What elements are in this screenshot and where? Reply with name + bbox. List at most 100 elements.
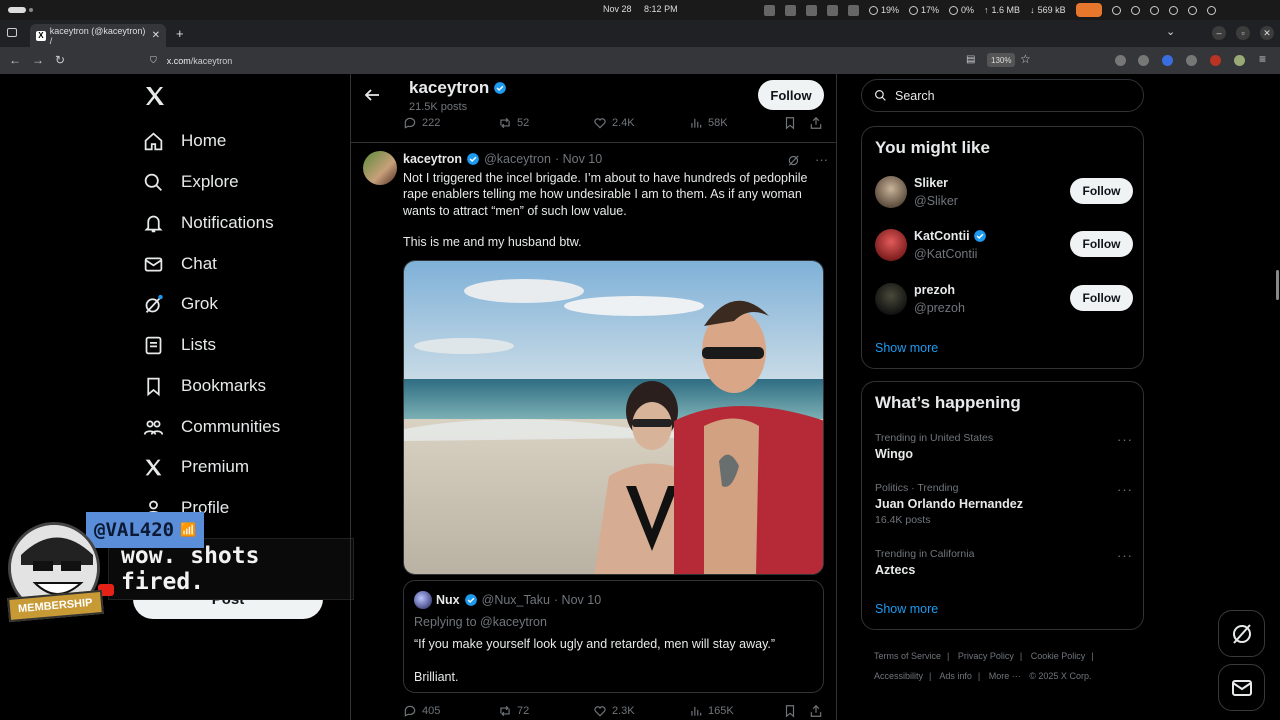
grok-float-button[interactable] [1218, 610, 1265, 657]
quoted-tweet[interactable]: Nux @Nux_Taku · Nov 10 Replying to @kace… [403, 580, 824, 693]
more-options-icon[interactable]: ··· [815, 152, 828, 167]
tweet-photo[interactable] [403, 260, 824, 575]
tweet-author-name[interactable]: kaceytron [403, 152, 462, 166]
maximize-button[interactable]: ▫ [1236, 26, 1250, 40]
close-window-button[interactable]: ✕ [1260, 26, 1274, 40]
reply-button[interactable]: 405 [403, 704, 440, 718]
new-tab-button[interactable]: + [176, 26, 184, 41]
nav-lists[interactable]: Lists [143, 330, 216, 360]
repost-button[interactable]: 72 [498, 704, 529, 718]
tweet-date[interactable]: · Nov 10 [555, 152, 602, 166]
more-link[interactable]: More ··· [989, 671, 1021, 681]
tray-app-icon[interactable] [764, 4, 775, 16]
extension-icon[interactable] [1115, 55, 1126, 66]
tray-app-icon[interactable] [848, 4, 859, 16]
like-button[interactable]: 2.4K [593, 116, 635, 130]
zoom-indicator[interactable]: 130% [987, 53, 1016, 67]
cookie-link[interactable]: Cookie Policy [1031, 651, 1086, 661]
repost-button[interactable]: 52 [498, 116, 529, 130]
trend-item[interactable]: Trending in California Aztecs ··· [875, 548, 1133, 577]
nav-premium[interactable]: Premium [143, 452, 249, 482]
grok-icon[interactable] [787, 153, 801, 167]
browser-tab[interactable]: X kaceytron (@kaceytron) / ✕ [30, 24, 166, 47]
ads-info-link[interactable]: Ads info [939, 671, 972, 681]
nav-explore[interactable]: Explore [143, 167, 239, 197]
screencast-indicator[interactable] [1075, 3, 1102, 17]
reply-button[interactable]: 222 [403, 116, 440, 130]
tweet-author-handle[interactable]: @kaceytron [484, 152, 551, 166]
tab-list-icon[interactable] [7, 28, 17, 37]
share-button[interactable] [809, 116, 823, 130]
messages-float-button[interactable] [1218, 664, 1265, 711]
trend-item[interactable]: Trending in United States Wingo ··· [875, 432, 1133, 461]
workspace-dot[interactable] [29, 8, 33, 12]
power-icon[interactable] [1206, 5, 1216, 15]
back-arrow-icon[interactable] [364, 87, 380, 103]
suggested-user[interactable]: Sliker @Sliker Follow [875, 175, 1133, 211]
cpu-stat[interactable]: 19% [869, 5, 899, 15]
bookmark-button[interactable] [783, 116, 797, 130]
extension-icon[interactable] [1162, 55, 1173, 66]
extension-icon[interactable] [1234, 55, 1245, 66]
reload-button[interactable]: ↻ [55, 53, 65, 67]
site-info-icon[interactable]: ⛉ [150, 55, 157, 66]
follow-button[interactable]: Follow [1070, 178, 1133, 204]
workspace-indicator[interactable] [8, 7, 26, 13]
mem-stat[interactable]: 17% [909, 5, 939, 15]
nav-chat[interactable]: Chat [143, 249, 217, 279]
bluetooth-icon[interactable] [1130, 5, 1140, 15]
bookmark-star-icon[interactable]: ☆ [1020, 52, 1031, 66]
show-more-link[interactable]: Show more [875, 602, 938, 616]
mic-icon[interactable] [1111, 5, 1121, 15]
back-button[interactable]: ← [9, 53, 21, 67]
show-more-link[interactable]: Show more [875, 341, 938, 355]
close-tab-icon[interactable]: ✕ [152, 30, 160, 41]
nav-notifications[interactable]: Notifications [143, 208, 274, 238]
notifications-off-icon[interactable] [1149, 5, 1159, 15]
more-options-icon[interactable]: ··· [1117, 432, 1133, 447]
tray-app-icon[interactable] [785, 4, 796, 16]
net-down-stat[interactable]: ↓ 569 kB [1030, 5, 1066, 15]
tab-search-chevron-icon[interactable]: ⌄ [1166, 25, 1175, 38]
nav-communities[interactable]: Communities [143, 412, 280, 442]
follow-button[interactable]: Follow [1070, 285, 1133, 311]
net-up-stat[interactable]: ↑ 1.6 MB [984, 5, 1020, 15]
more-options-icon[interactable]: ··· [1117, 548, 1133, 563]
url-field[interactable]: ⛉ x.com/kaceytron [142, 50, 1042, 71]
tray-app-icon[interactable] [806, 4, 817, 16]
more-options-icon[interactable]: ··· [1117, 482, 1133, 497]
wifi-icon[interactable] [1187, 5, 1197, 15]
share-button[interactable] [809, 704, 823, 718]
extension-icon[interactable] [1210, 55, 1221, 66]
tray-app-icon[interactable] [827, 4, 838, 16]
nav-home[interactable]: Home [143, 126, 226, 156]
menu-icon[interactable]: ≡ [1259, 52, 1266, 66]
suggested-user[interactable]: KatContii @KatContii Follow [875, 228, 1133, 264]
reader-mode-icon[interactable]: ▤ [966, 54, 975, 65]
user-name: KatContii [914, 229, 987, 243]
tweet-avatar[interactable] [363, 151, 397, 185]
extension-icon[interactable] [1138, 55, 1149, 66]
x-logo-icon[interactable] [143, 84, 167, 108]
follow-button[interactable]: Follow [758, 80, 824, 110]
extension-icon[interactable] [1186, 55, 1197, 66]
trend-item[interactable]: Politics · Trending Juan Orlando Hernand… [875, 482, 1133, 526]
privacy-link[interactable]: Privacy Policy [958, 651, 1014, 661]
os-clock[interactable]: Nov 28 8:12 PM [603, 4, 688, 14]
accessibility-link[interactable]: Accessibility [874, 671, 923, 681]
follow-button[interactable]: Follow [1070, 231, 1133, 257]
nav-bookmarks[interactable]: Bookmarks [143, 371, 266, 401]
like-button[interactable]: 2.3K [593, 704, 635, 718]
volume-icon[interactable] [1168, 5, 1178, 15]
views-button[interactable]: 165K [689, 704, 734, 718]
minimize-button[interactable]: – [1212, 26, 1226, 40]
suggested-user[interactable]: prezoh @prezoh Follow [875, 282, 1133, 318]
nav-grok[interactable]: Grok [143, 289, 218, 319]
bookmark-button[interactable] [783, 704, 797, 718]
scrollbar[interactable] [1276, 270, 1279, 300]
views-button[interactable]: 58K [689, 116, 728, 130]
tos-link[interactable]: Terms of Service [874, 651, 941, 661]
search-input[interactable]: Search [861, 79, 1144, 112]
swap-stat[interactable]: 0% [949, 5, 974, 15]
forward-button[interactable]: → [32, 53, 44, 67]
